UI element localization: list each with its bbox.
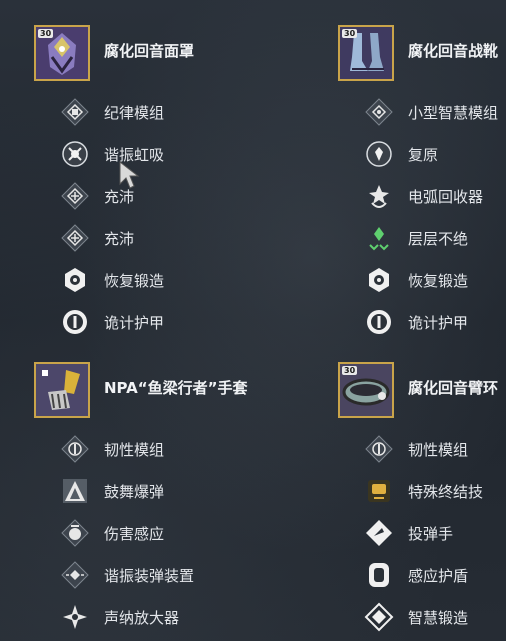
perk-slot[interactable]: 纪律模组 [34, 92, 334, 134]
perk-slot[interactable]: 复原 [338, 134, 506, 176]
perk-slot[interactable]: 电弧回收器 [338, 176, 506, 218]
helmet-block: 30 腐化回音面罩 纪律模组 谐振虹吸 充沛 充沛 恢复锻造 诡计护甲 [34, 24, 334, 336]
perk-label: 小型智慧模组 [408, 104, 499, 122]
perk-slot[interactable]: 智慧锻造 [338, 597, 506, 639]
perk-label: 伤害感应 [104, 525, 165, 543]
perk-label: 声纳放大器 [104, 609, 180, 627]
perk-label: 谐振装弹装置 [104, 567, 195, 585]
bolstering-detonation-icon [63, 479, 87, 503]
perk-slot[interactable]: 充沛 [34, 218, 334, 260]
perk-label: 智慧锻造 [408, 609, 469, 627]
perk-label: 鼓舞爆弹 [104, 483, 165, 501]
boots-header[interactable]: 30 腐化回音战靴 [338, 24, 506, 84]
perk-slot[interactable]: 韧性模组 [338, 429, 506, 471]
perk-slot[interactable]: 充沛 [34, 176, 334, 218]
sonar-amplifier-icon [63, 605, 87, 629]
mouse-cursor [119, 160, 140, 189]
perk-slot[interactable]: 特殊终结技 [338, 471, 506, 513]
gauntlets-icon[interactable] [34, 362, 90, 418]
perpetuation-icon [369, 227, 389, 251]
bomber-icon [366, 520, 392, 546]
recuperation-icon [61, 182, 89, 210]
perk-slot[interactable]: 层层不绝 [338, 218, 506, 260]
perk-label: 层层不绝 [408, 230, 469, 248]
trickster-armor-icon [367, 310, 391, 334]
recuperation-icon [61, 224, 89, 252]
perk-slot[interactable]: 声纳放大器 [34, 597, 334, 639]
perk-slot[interactable]: 伤害感应 [34, 513, 334, 555]
restorative-forge-icon [65, 268, 85, 292]
harmonic-loader-icon [61, 561, 89, 589]
resilience-mod-icon [365, 435, 393, 463]
perk-label: 韧性模组 [408, 441, 469, 459]
bond-block: 30 腐化回音臂环 韧性模组 特殊终结技 投弹手 感应护盾 智慧锻造 [338, 361, 506, 632]
item-title: NPA“鱼梁行者”手套 [104, 379, 248, 397]
perk-slot[interactable]: 恢复锻造 [338, 260, 506, 302]
perk-list: 纪律模组 谐振虹吸 充沛 充沛 恢复锻造 诡计护甲 [34, 92, 334, 344]
power-badge: 30 [342, 366, 358, 375]
perk-label: 纪律模组 [104, 104, 165, 122]
minor-intellect-mod-icon [365, 98, 393, 126]
perk-slot[interactable]: 诡计护甲 [338, 302, 506, 344]
helmet-header[interactable]: 30 腐化回音面罩 [34, 24, 334, 84]
power-badge: 30 [38, 29, 54, 38]
perk-slot[interactable]: 恢复锻造 [34, 260, 334, 302]
perk-slot[interactable]: 谐振虹吸 [34, 134, 334, 176]
bond-header[interactable]: 30 腐化回音臂环 [338, 361, 506, 421]
power-badge: 30 [342, 29, 358, 38]
wisdom-forge-icon [364, 602, 394, 632]
impact-induction-icon [61, 519, 89, 547]
perk-label: 投弹手 [408, 525, 454, 543]
perk-slot[interactable]: 诡计护甲 [34, 302, 334, 344]
perk-label: 充沛 [104, 230, 135, 248]
perk-label: 韧性模组 [104, 441, 165, 459]
perk-label: 诡计护甲 [104, 314, 165, 332]
perk-label: 感应护盾 [408, 567, 469, 585]
restorative-forge-icon [369, 268, 389, 292]
perk-label: 恢复锻造 [408, 272, 469, 290]
item-title: 腐化回音战靴 [408, 42, 499, 60]
perk-list: 小型智慧模组 复原 电弧回收器 层层不绝 恢复锻造 诡计护甲 [338, 92, 506, 344]
perk-list: 韧性模组 鼓舞爆弹 伤害感应 谐振装弹装置 声纳放大器 [34, 429, 334, 639]
perk-slot[interactable]: 鼓舞爆弹 [34, 471, 334, 513]
restoration-icon [366, 141, 392, 167]
perk-slot[interactable]: 感应护盾 [338, 555, 506, 597]
gauntlets-header[interactable]: NPA“鱼梁行者”手套 [34, 361, 334, 421]
discipline-mod-icon [61, 98, 89, 126]
siphon-icon [62, 141, 88, 167]
perk-list: 韧性模组 特殊终结技 投弹手 感应护盾 智慧锻造 [338, 429, 506, 639]
bond-icon[interactable]: 30 [338, 362, 394, 418]
perk-slot[interactable]: 小型智慧模组 [338, 92, 506, 134]
perk-slot[interactable]: 投弹手 [338, 513, 506, 555]
perk-label: 复原 [408, 146, 439, 164]
arc-recycler-icon [369, 185, 389, 208]
boots-icon[interactable]: 30 [338, 25, 394, 81]
gauntlets-block: NPA“鱼梁行者”手套 韧性模组 鼓舞爆弹 伤害感应 谐振装弹装置 声纳放大器 [34, 361, 334, 631]
perk-slot[interactable]: 韧性模组 [34, 429, 334, 471]
trickster-armor-icon [63, 310, 87, 334]
special-finisher-icon [368, 480, 390, 502]
proximity-ward-icon [369, 563, 389, 587]
resilience-mod-icon [61, 435, 89, 463]
perk-label: 特殊终结技 [408, 483, 484, 501]
perk-label: 恢复锻造 [104, 272, 165, 290]
boots-block: 30 腐化回音战靴 小型智慧模组 复原 电弧回收器 层层不绝 恢复锻造 诡计护甲 [338, 24, 506, 336]
perk-slot[interactable]: 谐振装弹装置 [34, 555, 334, 597]
item-title: 腐化回音面罩 [104, 42, 195, 60]
perk-label: 诡计护甲 [408, 314, 469, 332]
helmet-icon[interactable]: 30 [34, 25, 90, 81]
item-title: 腐化回音臂环 [408, 379, 499, 397]
perk-label: 电弧回收器 [408, 188, 484, 206]
